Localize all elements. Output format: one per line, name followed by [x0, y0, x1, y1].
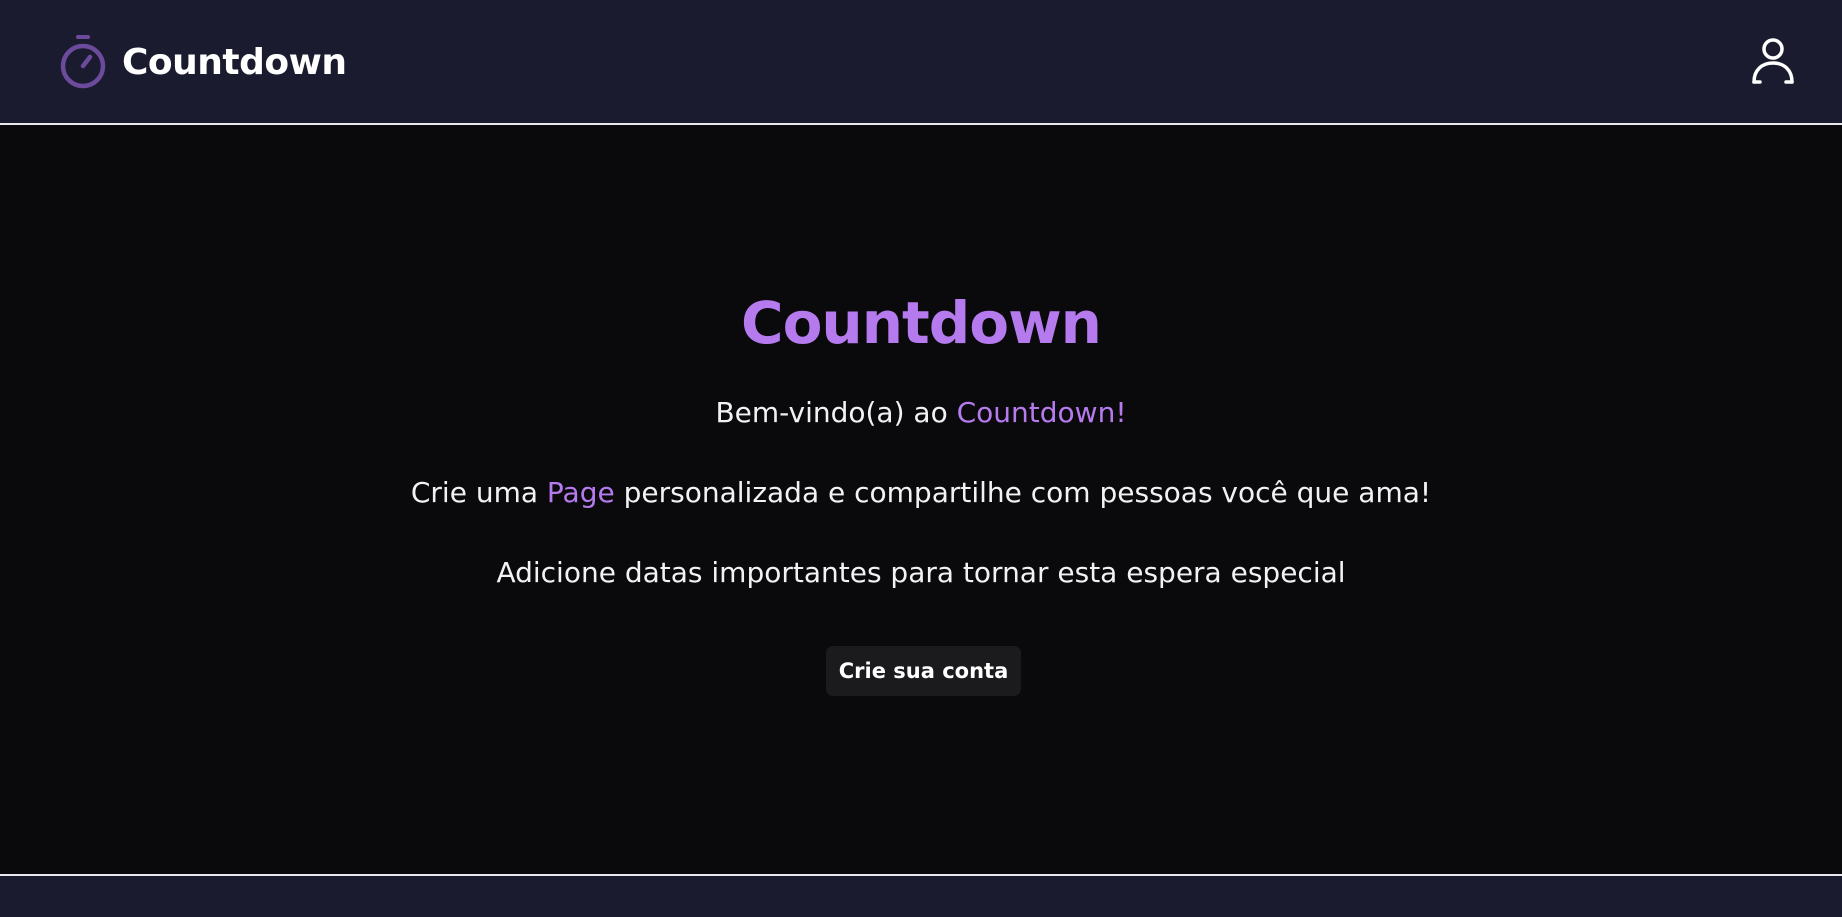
- dates-text: Adicione datas importantes para tornar e…: [496, 556, 1346, 589]
- welcome-accent: Countdown!: [956, 396, 1127, 429]
- welcome-prefix: Bem-vindo(a) ao: [715, 396, 957, 429]
- footer: [0, 874, 1842, 917]
- create-suffix: personalizada e compartilhe com pessoas …: [614, 476, 1432, 509]
- create-prefix: Crie uma: [410, 476, 547, 509]
- stopwatch-icon: [60, 35, 106, 89]
- hero-section: Countdown Bem-vindo(a) ao Countdown! Cri…: [0, 125, 1842, 874]
- brand-logo-link[interactable]: Countdown: [58, 31, 347, 93]
- hero-title: Countdown: [741, 289, 1102, 357]
- brand-name: Countdown: [122, 41, 347, 83]
- welcome-text: Bem-vindo(a) ao Countdown!: [0, 395, 1842, 431]
- user-icon: [1752, 38, 1794, 84]
- create-page-text: Crie uma Page personalizada e compartilh…: [0, 475, 1842, 511]
- top-header: Countdown: [0, 0, 1842, 125]
- user-account-button[interactable]: [1750, 36, 1796, 86]
- create-accent: Page: [546, 476, 615, 509]
- create-account-button[interactable]: Crie sua conta: [826, 646, 1021, 696]
